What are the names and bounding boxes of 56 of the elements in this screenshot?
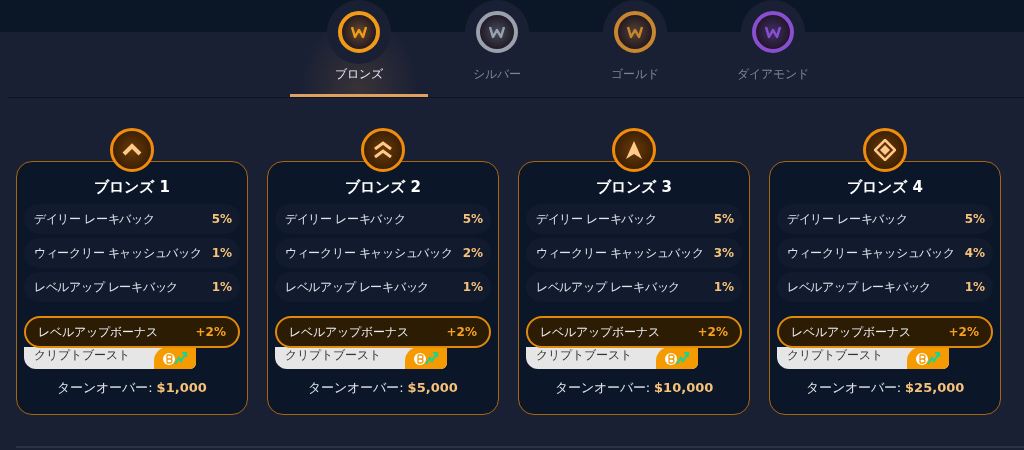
benefit-label: レベルアップ レーキバック <box>285 278 429 296</box>
turnover-text: ターンオーバー: $5,000 <box>307 379 459 397</box>
level-title: ブロンズ 3 <box>595 178 673 197</box>
benefit-label: デイリー レーキバック <box>285 210 406 228</box>
benefit-label: ウィークリー キャッシュバック <box>787 244 955 262</box>
boost-label: クリプトブースト <box>786 347 883 364</box>
benefit-value: 1% <box>462 280 483 294</box>
diamond-icon <box>874 139 896 161</box>
tier-tab[interactable]: シルバー <box>428 0 566 97</box>
coin-trend-icon <box>162 350 188 366</box>
benefit-value: 1% <box>713 280 734 294</box>
coin-trend-icon <box>413 350 439 366</box>
benefit-label: ウィークリー キャッシュバック <box>285 244 453 262</box>
benefit-label: レベルアップ レーキバック <box>787 278 931 296</box>
benefit-label: ウィークリー キャッシュバック <box>34 244 202 262</box>
benefit-value: 1% <box>964 280 985 294</box>
level-title: ブロンズ 2 <box>344 178 422 197</box>
bonus-value: +2% <box>195 325 226 339</box>
double-chevron-icon <box>373 141 393 159</box>
benefit-value: 5% <box>713 212 734 226</box>
benefit-value: 4% <box>964 246 985 260</box>
bonus-value: +2% <box>446 325 477 339</box>
bonus-value: +2% <box>948 325 979 339</box>
benefit-value: 5% <box>462 212 483 226</box>
level-title: ブロンズ 4 <box>846 178 924 197</box>
turnover-text: ターンオーバー: $1,000 <box>56 379 208 397</box>
boost-label: クリプトブースト <box>284 347 381 364</box>
boost-label: クリプトブースト <box>535 347 632 364</box>
tier-tab[interactable]: ダイアモンド <box>704 0 842 97</box>
chevron-up-icon <box>122 143 142 157</box>
turnover-text: ターンオーバー: $10,000 <box>553 379 715 397</box>
arrow-up-icon <box>624 140 644 160</box>
boost-label: クリプトブースト <box>33 347 130 364</box>
turnover-text: ターンオーバー: $25,000 <box>804 379 966 397</box>
coin-trend-icon <box>915 350 941 366</box>
benefit-value: 5% <box>964 212 985 226</box>
benefit-label: ウィークリー キャッシュバック <box>536 244 704 262</box>
benefit-value: 2% <box>462 246 483 260</box>
benefit-label: デイリー レーキバック <box>536 210 657 228</box>
benefit-value: 1% <box>211 280 232 294</box>
bonus-value: +2% <box>697 325 728 339</box>
benefit-value: 5% <box>211 212 232 226</box>
tier-tab[interactable]: ゴールド <box>566 0 704 97</box>
benefit-value: 1% <box>211 246 232 260</box>
benefit-value: 3% <box>713 246 734 260</box>
bonus-label: レベルアップボーナス <box>289 323 409 341</box>
level-title: ブロンズ 1 <box>93 178 171 197</box>
coin-trend-icon <box>664 350 690 366</box>
tier-tab[interactable]: ブロンズ <box>290 0 428 97</box>
bonus-label: レベルアップボーナス <box>38 323 158 341</box>
benefit-label: レベルアップ レーキバック <box>536 278 680 296</box>
benefit-label: デイリー レーキバック <box>34 210 155 228</box>
bonus-label: レベルアップボーナス <box>791 323 911 341</box>
benefit-label: レベルアップ レーキバック <box>34 278 178 296</box>
bonus-label: レベルアップボーナス <box>540 323 660 341</box>
benefit-label: デイリー レーキバック <box>787 210 908 228</box>
